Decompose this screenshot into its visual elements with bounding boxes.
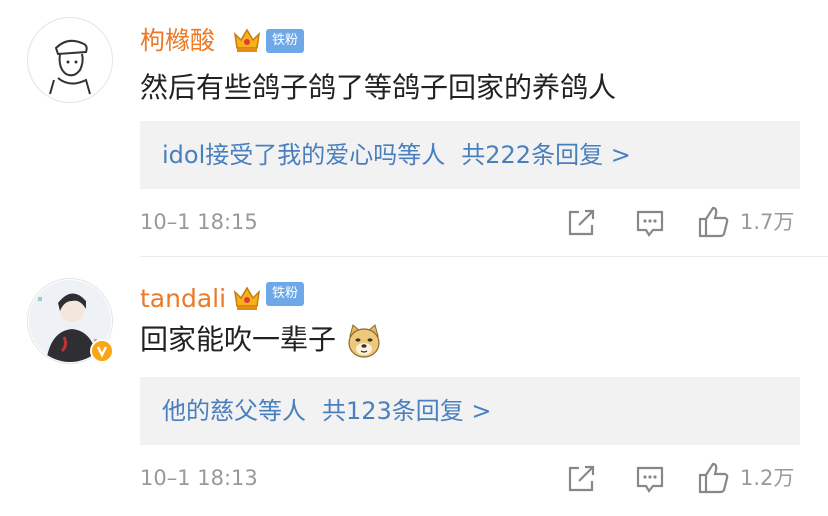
reply-preview-text[interactable]: idol接受了我的爱心吗等人 共222条回复 > bbox=[162, 139, 631, 171]
avatar[interactable] bbox=[27, 17, 113, 103]
username[interactable]: tandali bbox=[140, 284, 226, 314]
timestamp: 10–1 18:15 bbox=[140, 210, 258, 234]
reply-summary: 他的慈父等人 bbox=[162, 397, 306, 425]
fan-badge: 铁粉 bbox=[266, 282, 305, 306]
reply-count-link[interactable]: 共222条回复 > bbox=[461, 141, 631, 169]
reply-preview[interactable]: 他的慈父等人 共123条回复 > bbox=[140, 377, 800, 445]
like-count: 1.2万 bbox=[740, 466, 795, 490]
reply-count-link[interactable]: 共123条回复 > bbox=[322, 397, 492, 425]
like-icon[interactable] bbox=[697, 205, 731, 239]
comment-item: tandali 铁粉 回家能吹一辈子 他的慈父等人 共123条回复 > 10–1 … bbox=[0, 258, 828, 516]
doge-emoji-icon bbox=[348, 324, 380, 358]
comment-text-body: 回家能吹一辈子 bbox=[140, 323, 337, 356]
divider bbox=[140, 256, 828, 257]
reply-preview-text[interactable]: 他的慈父等人 共123条回复 > bbox=[162, 395, 492, 427]
comment-icon[interactable] bbox=[634, 464, 666, 494]
like-icon[interactable] bbox=[697, 461, 731, 495]
reply-summary: idol接受了我的爱心吗等人 bbox=[162, 141, 446, 169]
forward-icon[interactable] bbox=[566, 464, 598, 494]
comment-text: 回家能吹一辈子 bbox=[140, 322, 383, 360]
verified-badge-icon bbox=[90, 339, 114, 363]
reply-preview[interactable]: idol接受了我的爱心吗等人 共222条回复 > bbox=[140, 121, 800, 189]
crown-icon bbox=[233, 28, 261, 52]
avatar-sketch-icon bbox=[49, 39, 91, 95]
like-count: 1.7万 bbox=[740, 210, 795, 234]
forward-icon[interactable] bbox=[566, 208, 598, 238]
timestamp: 10–1 18:13 bbox=[140, 466, 258, 490]
comment-icon[interactable] bbox=[634, 208, 666, 238]
avatar[interactable] bbox=[27, 278, 114, 364]
fan-badge: 铁粉 bbox=[266, 29, 305, 53]
crown-icon bbox=[233, 286, 261, 310]
username[interactable]: 枸橼酸 bbox=[140, 26, 215, 56]
comment-text: 然后有些鸽子鸽了等鸽子回家的养鸽人 bbox=[140, 71, 617, 104]
comment-item: 枸橼酸 铁粉 然后有些鸽子鸽了等鸽子回家的养鸽人 idol接受了我的爱心吗等人共… bbox=[0, 0, 828, 258]
